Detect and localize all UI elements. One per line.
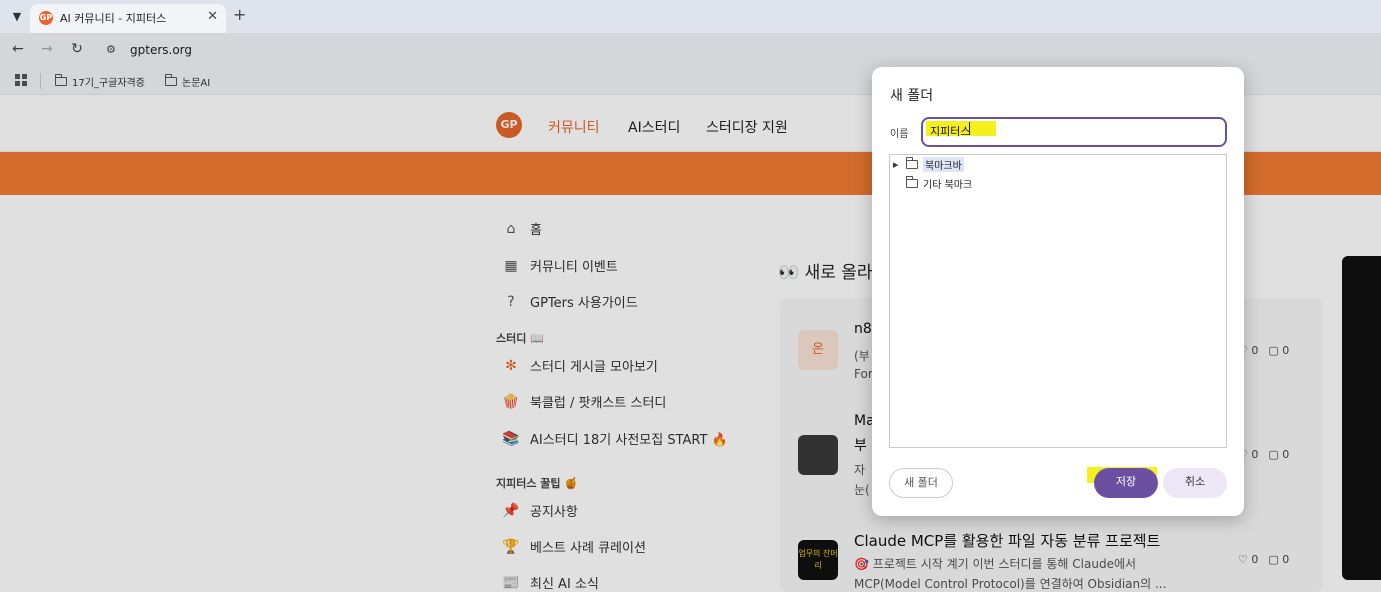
folder-name-value: 지피터스 — [930, 125, 971, 138]
cancel-button[interactable]: 취소 — [1163, 468, 1227, 498]
expand-arrow-icon[interactable]: ▶ — [893, 161, 901, 169]
active-tab[interactable]: GP AI 커뮤니티 - 지피터스 ✕ — [30, 4, 226, 33]
folder-tree[interactable]: ▶ 북마크바 기타 북마크 — [889, 154, 1227, 448]
dialog-title: 새 폴더 — [890, 88, 934, 104]
new-folder-dialog: 새 폴더 이름 지피터스 ▶ 북마크바 기타 북마크 새 폴더 저장 취소 — [872, 67, 1244, 516]
text-caret — [969, 122, 970, 135]
tree-item-bookmarks-bar[interactable]: ▶ 북마크바 — [893, 157, 964, 172]
new-tab-icon[interactable]: + — [233, 5, 246, 24]
new-folder-button[interactable]: 새 폴더 — [889, 468, 953, 498]
name-label: 이름 — [890, 129, 909, 140]
tree-item-label: 북마크바 — [923, 157, 964, 172]
tab-search-chevron-icon[interactable]: ▼ — [8, 8, 26, 26]
tab-favicon-icon: GP — [39, 11, 53, 25]
folder-icon — [905, 176, 918, 188]
tab-title: AI 커뮤니티 - 지피터스 — [60, 12, 167, 25]
save-button[interactable]: 저장 — [1094, 468, 1158, 498]
tree-item-other-bookmarks[interactable]: 기타 북마크 — [893, 176, 972, 191]
tree-item-label: 기타 북마크 — [923, 180, 973, 191]
folder-icon — [905, 157, 918, 169]
tab-strip: ▼ GP AI 커뮤니티 - 지피터스 ✕ + — [0, 0, 1381, 33]
tab-close-icon[interactable]: ✕ — [207, 9, 218, 24]
